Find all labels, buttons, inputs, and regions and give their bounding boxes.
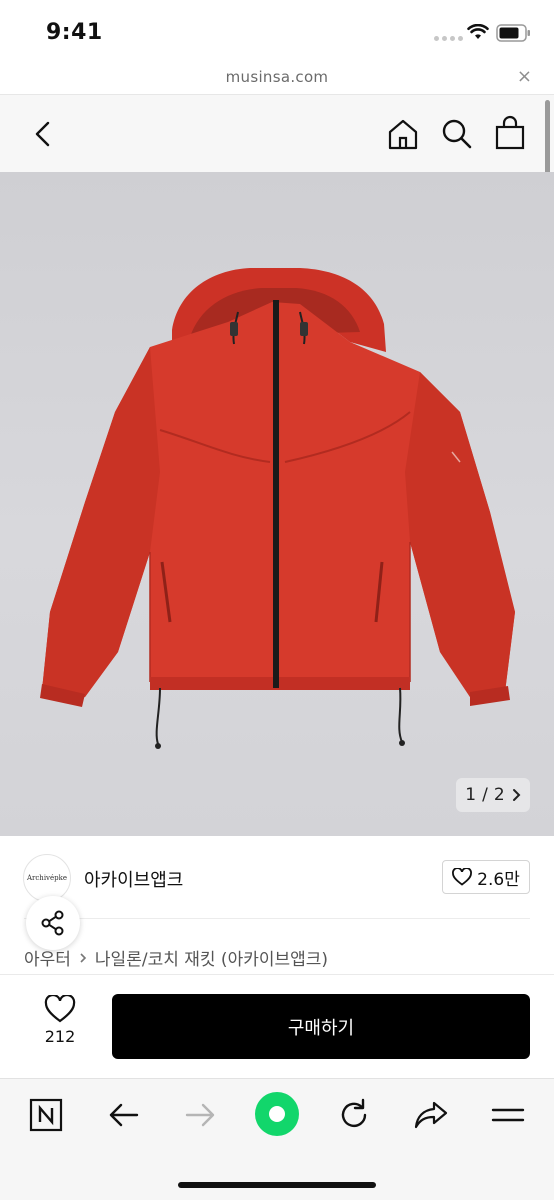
purchase-bar: 212 구매하기 — [0, 974, 554, 1078]
breadcrumb-product[interactable]: 나일론/코치 재킷 (아카이브앱크) — [95, 945, 328, 970]
divider — [24, 918, 530, 919]
brand-like-count: 2.6만 — [477, 869, 520, 890]
naver-n-icon[interactable] — [28, 1097, 64, 1133]
back-arrow-icon[interactable] — [106, 1097, 142, 1133]
status-bar: 9:41 — [0, 0, 554, 60]
search-icon[interactable] — [440, 117, 474, 151]
image-pager[interactable]: 1 / 2 — [456, 778, 530, 812]
home-indicator — [178, 1182, 376, 1188]
share-arrow-icon[interactable] — [412, 1097, 450, 1133]
pager-separator: / — [482, 785, 488, 805]
red-jacket-image — [40, 268, 515, 749]
chevron-right-icon — [512, 789, 521, 801]
pager-current: 1 — [465, 785, 477, 805]
buy-button[interactable]: 구매하기 — [112, 994, 530, 1059]
brand-logo[interactable]: Archivépke — [23, 854, 71, 902]
refresh-icon[interactable] — [336, 1097, 372, 1133]
url-bar[interactable]: musinsa.com × — [0, 60, 554, 94]
status-time: 9:41 — [46, 20, 103, 45]
wishlist-count: 212 — [44, 1027, 76, 1046]
signal-icon — [434, 36, 463, 41]
battery-icon — [496, 24, 530, 42]
forward-arrow-icon[interactable] — [182, 1097, 218, 1133]
shopping-bag-icon[interactable] — [494, 115, 526, 151]
share-button[interactable] — [26, 896, 80, 950]
share-icon — [41, 910, 64, 936]
green-dot-icon[interactable] — [254, 1091, 300, 1137]
wishlist-button[interactable]: 212 — [30, 995, 90, 1046]
home-icon[interactable] — [386, 117, 420, 151]
brand-logo-text: Archivépke — [26, 874, 68, 882]
menu-icon[interactable] — [490, 1097, 526, 1133]
heart-icon — [452, 868, 473, 886]
brand-name[interactable]: 아카이브앱크 — [84, 866, 183, 892]
heart-icon — [44, 995, 76, 1023]
back-button[interactable] — [28, 117, 58, 151]
pager-total: 2 — [493, 785, 505, 805]
url-text[interactable]: musinsa.com — [0, 68, 554, 86]
scrollbar[interactable] — [545, 100, 550, 180]
brand-row: Archivépke 아카이브앱크 2.6만 — [0, 836, 554, 920]
chevron-right-icon — [80, 952, 87, 963]
brand-like-button[interactable]: 2.6만 — [442, 860, 530, 894]
app-header — [0, 94, 554, 172]
product-image[interactable] — [0, 172, 554, 836]
breadcrumb: 아우터 나일론/코치 재킷 (아카이브앱크) — [24, 945, 328, 970]
close-icon[interactable]: × — [517, 66, 532, 87]
wifi-icon — [467, 24, 489, 39]
